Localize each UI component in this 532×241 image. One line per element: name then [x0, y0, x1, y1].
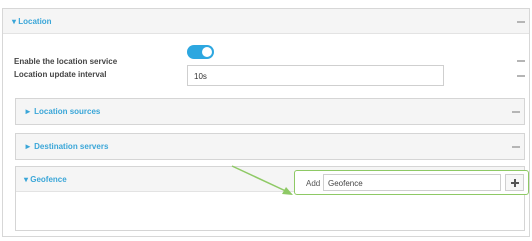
annotation-arrow-icon	[231, 165, 293, 195]
